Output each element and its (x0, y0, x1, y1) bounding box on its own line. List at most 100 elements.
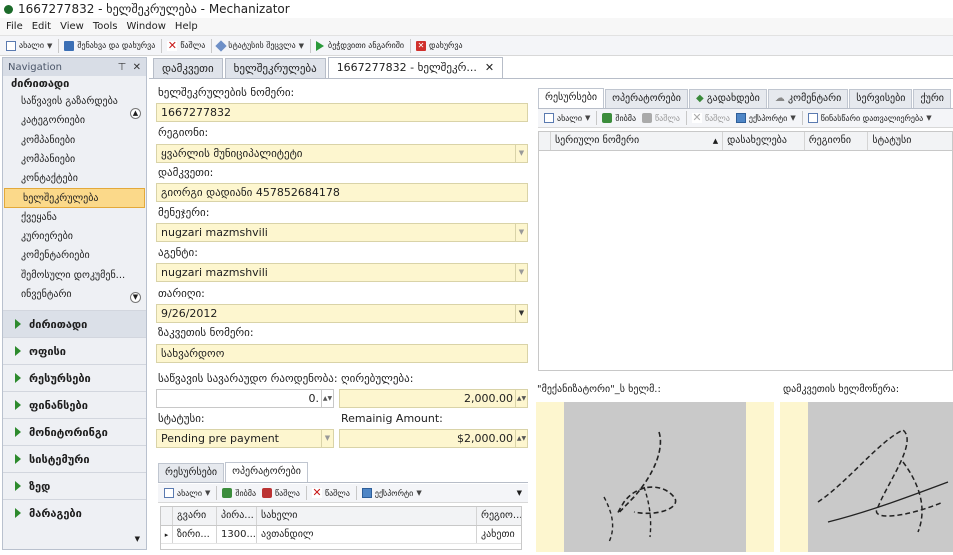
cost-spin[interactable]: 2,000.00 ▲▼ (339, 389, 528, 408)
tab-services[interactable]: სერვისები (849, 89, 913, 108)
spin-icon[interactable]: ▲▼ (515, 430, 527, 447)
nav-item-contacts[interactable]: კონტაქტები (3, 169, 146, 188)
app-icon (4, 4, 13, 14)
chevron-down-icon[interactable]: ▼ (321, 430, 333, 447)
chevron-down-icon[interactable]: ▼ (135, 535, 140, 543)
close-icon[interactable]: ✕ (133, 62, 141, 73)
right-new-button[interactable]: ახალი ▼ (544, 113, 590, 123)
save-close-button[interactable]: შენახვა და დახურვა (64, 40, 155, 51)
spin-icon[interactable]: ▲▼ (321, 390, 333, 407)
save-icon (64, 40, 75, 51)
close-tab-icon[interactable]: ✕ (485, 61, 494, 74)
menu-view[interactable]: View (60, 21, 84, 32)
nav-section-office[interactable]: ოფისი (3, 337, 146, 364)
nav-item-categories[interactable]: კატეგორიები (3, 111, 146, 130)
nav-item-companies-2[interactable]: კომპანიები (3, 150, 146, 169)
tab-resources-right[interactable]: რესურსები (538, 88, 605, 108)
agent-label: აგენტი: (158, 246, 198, 259)
scroll-up-icon[interactable]: ▲ (130, 108, 141, 119)
right-link-button[interactable]: შიბმა (602, 113, 636, 123)
tab-operators-right[interactable]: ოპერატორები (605, 89, 688, 108)
right-preview-button[interactable]: წინასწარი დათვალიერება ▼ (807, 113, 932, 123)
menu-window[interactable]: Window (126, 21, 165, 32)
tab-resources[interactable]: რესურსები (158, 463, 225, 482)
nav-item-companies[interactable]: კომპანიები (3, 131, 146, 150)
main-toolbar: ახალი ▼ შენახვა და დახურვა ✕ წაშლა სტატუსი… (0, 35, 953, 56)
contract-no-field[interactable]: 1667277832 (156, 103, 528, 122)
tab-payments[interactable]: ◆ გადახდები (688, 89, 767, 108)
nav-section-system[interactable]: სისტემური (3, 445, 146, 472)
nav-section-resources[interactable]: რესურსები (3, 364, 146, 391)
chevron-down-icon[interactable]: ▼ (515, 305, 527, 322)
nav-section-monitoring[interactable]: მონიტორინგი (3, 418, 146, 445)
column-header[interactable]: სერიული ნომერი ▲ (551, 132, 724, 150)
invoice-label: ზაკვეთის ნომერი: (158, 326, 254, 339)
customer-field[interactable]: გიორგი დადიანი 457852684178 (156, 183, 528, 202)
grid-header: გვარი პირა... სახელი რეგიო... (161, 507, 521, 526)
nav-item-comments[interactable]: კომენტარიები (3, 246, 146, 265)
signature-drawing (817, 429, 949, 533)
column-header[interactable]: რეგიო... (477, 507, 521, 525)
print-report-button[interactable]: ბეჭდვითი ანგარიში (316, 40, 404, 51)
manager-select[interactable]: nugzari mazmshvili ▼ (156, 223, 528, 242)
bottom-export-button[interactable]: ექსპორტი ▼ (361, 488, 422, 498)
bottom-link-button[interactable]: შიბმა (222, 488, 256, 498)
tab-contracts[interactable]: ხელშეკრულება (224, 58, 326, 78)
fuel-amount-spin[interactable]: 0. ▲▼ (156, 389, 334, 408)
nav-item-contract[interactable]: ხელშეკრულება (4, 188, 145, 208)
chevron-down-icon[interactable]: ▼ (515, 224, 527, 241)
right-export-button[interactable]: ექსპორტი ▼ (735, 113, 796, 123)
spin-icon[interactable]: ▲▼ (515, 390, 527, 407)
status-select[interactable]: Pending pre payment ▼ (156, 429, 334, 448)
signature-drawing (603, 431, 677, 543)
nav-item-couriers[interactable]: კურიერები (3, 227, 146, 246)
nav-item-inventory[interactable]: ინვენტარი (3, 285, 146, 304)
column-header[interactable]: დასახელება (723, 132, 805, 150)
bottom-new-button[interactable]: ახალი ▼ (164, 488, 210, 498)
menu-help[interactable]: Help (175, 21, 198, 32)
nav-item-incoming-docs[interactable]: შემოსული დოკუმენ... (3, 266, 146, 285)
column-header[interactable]: სტატუსი (868, 132, 952, 150)
column-header[interactable]: სახელი (257, 507, 477, 525)
scroll-down-icon[interactable]: ▼ (130, 292, 141, 303)
new-button[interactable]: ახალი ▼ (6, 40, 52, 51)
tab-operators[interactable]: ოპერატორები (225, 462, 308, 482)
nav-section-stock[interactable]: მარაგები (3, 499, 146, 526)
nav-item-fuel[interactable]: საწვავის გაზარდება (3, 92, 146, 111)
right-unlink-button[interactable]: წაშლა (642, 113, 680, 123)
nav-section-zed[interactable]: ზედ (3, 472, 146, 499)
menu-file[interactable]: File (6, 21, 23, 32)
column-header[interactable]: პირა... (217, 507, 257, 525)
tab-journal[interactable]: ქური (913, 89, 951, 108)
column-header[interactable]: გვარი (173, 507, 217, 525)
chevron-down-icon[interactable]: ▼ (515, 145, 527, 162)
status-change-button[interactable]: სტატუსის შეცვლა ▼ (215, 39, 304, 52)
window-title: 1667277832 - ხელშეკრულება - Mechanizator (18, 2, 290, 16)
remaining-spin[interactable]: $2,000.00 ▲▼ (339, 429, 528, 448)
tab-comments[interactable]: ☁ კომენტარი (767, 89, 849, 108)
nav-section-finance[interactable]: ფინანსები (3, 391, 146, 418)
chevron-down-icon[interactable]: ▼ (515, 264, 527, 281)
menu-edit[interactable]: Edit (32, 21, 51, 32)
tab-current-contract[interactable]: 1667277832 - ხელშეკრ... ✕ (327, 57, 504, 78)
customer-label: დამკვეთი: (158, 166, 214, 179)
date-picker[interactable]: 9/26/2012 ▼ (156, 304, 528, 323)
invoice-field[interactable]: სახვარდოო (156, 344, 528, 363)
bottom-unlink-button[interactable]: წაშლა (262, 488, 300, 498)
chevron-down-icon[interactable]: ▼ (517, 489, 522, 497)
right-delete-button[interactable]: ✕ წაშლა (691, 112, 730, 123)
close-button[interactable]: ✕ დახურვა (416, 40, 463, 51)
nav-section-main[interactable]: ძირითადი (3, 310, 146, 338)
pin-icon[interactable]: ⊤ (118, 62, 127, 73)
nav-item-country[interactable]: ქვეყანა (3, 208, 146, 227)
column-header[interactable]: რეგიონი (805, 132, 869, 150)
delete-button[interactable]: ✕ წაშლა (167, 40, 205, 51)
menu-tools[interactable]: Tools (93, 21, 118, 32)
agent-select[interactable]: nugzari mazmshvili ▼ (156, 263, 528, 282)
region-select[interactable]: ყვარლის მუნიციპალიტეტი ▼ (156, 144, 528, 163)
cost-label: ღირებულება: (341, 372, 414, 385)
operators-grid: გვარი პირა... სახელი რეგიო... ▸ ზირი... … (160, 506, 522, 550)
bottom-delete-button[interactable]: ✕ წაშლა (311, 487, 350, 498)
table-row[interactable]: ▸ ზირი... 1300... ავთანდილ კახეთი (161, 526, 521, 544)
tab-customer[interactable]: დამკვეთი (153, 58, 223, 78)
